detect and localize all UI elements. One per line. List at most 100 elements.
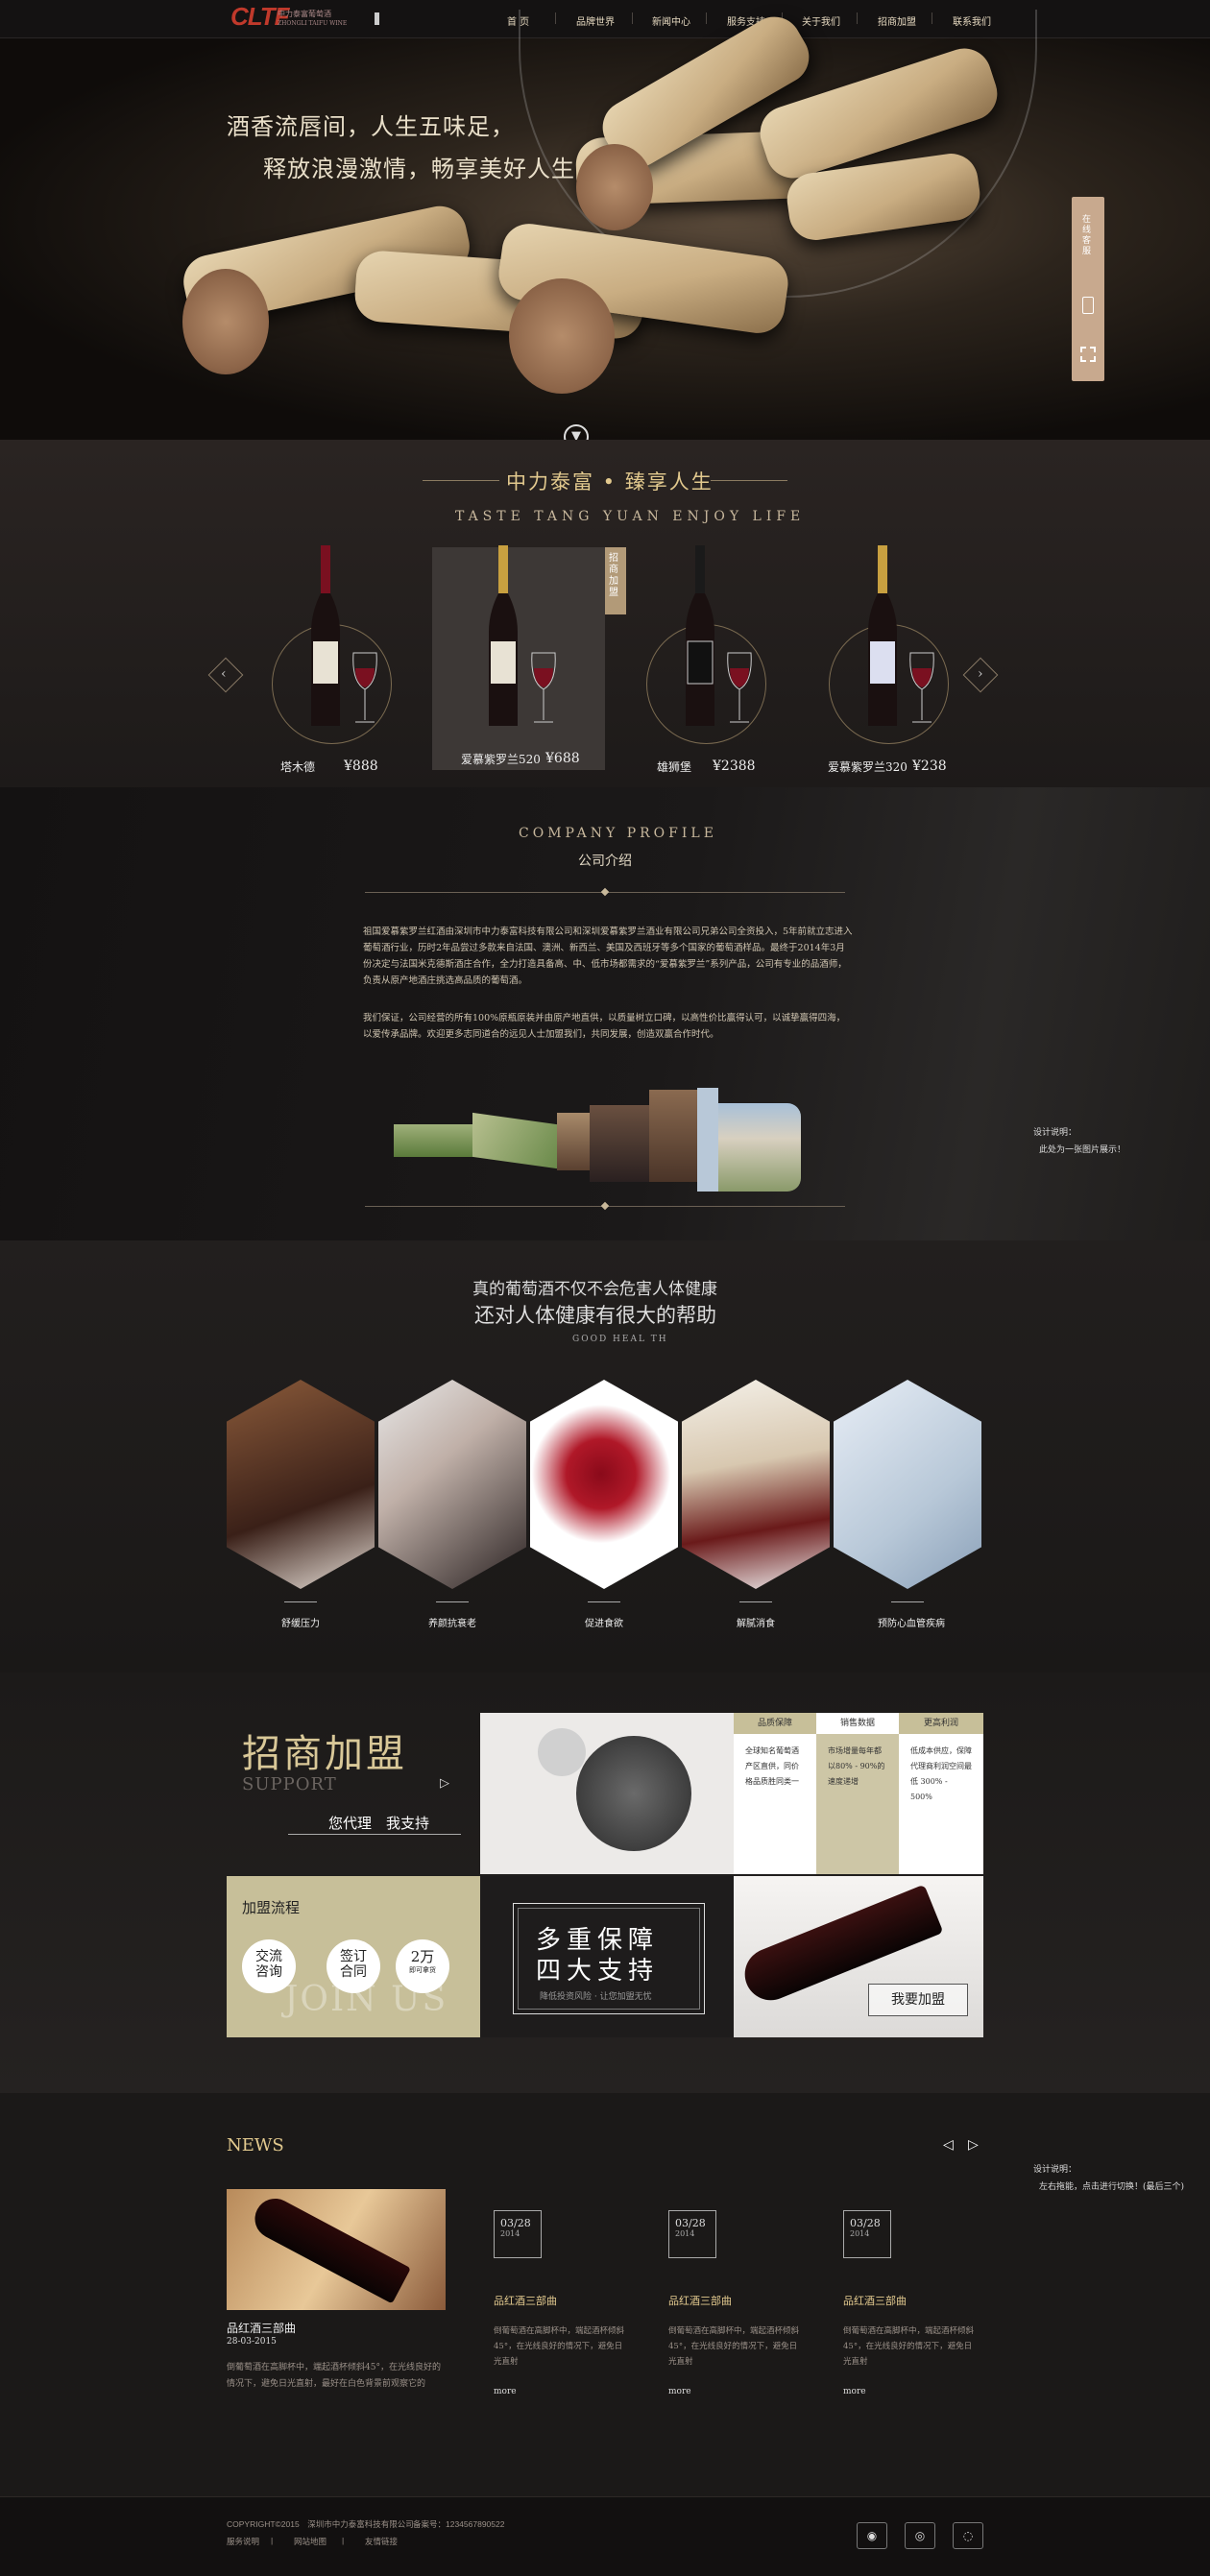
footer-divider: | [271, 2536, 274, 2545]
process-step[interactable]: 交流 咨询 [242, 1939, 296, 1993]
design-note-title: 设计说明： [1033, 1128, 1077, 1138]
footer-link-friends[interactable]: 友情链接 [365, 2536, 398, 2547]
product-card[interactable]: 爱慕紫罗兰320 ¥238 [816, 545, 980, 776]
guarantee-line-2: 四大支持 [536, 1957, 660, 1986]
qrcode-icon[interactable] [1080, 347, 1096, 362]
search-icon[interactable] [375, 12, 379, 25]
footer-link-sitemap[interactable]: 网站地图 [294, 2536, 327, 2547]
join-process-panel: 加盟流程 JOIN US 交流 咨询 签订 合同 2万 即可拿货 [227, 1876, 480, 2037]
step-line-1: 交流 [255, 1949, 282, 1964]
news-more-link[interactable]: more [494, 2387, 517, 2396]
news-item-title: 品红酒三部曲 [494, 2295, 557, 2307]
news-item-text: 倒葡萄酒在高脚杯中，端起酒杯倾斜45°，在光线良好的情况下，避免日光直射 [494, 2326, 625, 2367]
tab-quality-text: 全球知名葡萄酒产区直供，同价格品质胜同类一 [745, 1746, 799, 1786]
logo-text: 中力泰富葡萄酒 ZHONGLI TAIFU WINE [278, 10, 347, 29]
weibo-icon[interactable]: ◌ [953, 2522, 983, 2549]
product-name: 爱慕紫罗兰520 [461, 753, 541, 766]
news-note-text: 左右拖能，点击进行切换！(最后三个) [1039, 2182, 1185, 2192]
wine-glass-image [352, 652, 377, 723]
process-step[interactable]: 签订 合同 [327, 1939, 380, 1993]
bottle-photo-panel: 我要加盟 [734, 1876, 983, 2037]
news-feature-title: 品红酒三部曲 [227, 2322, 297, 2335]
news-note-title: 设计说明： [1033, 2165, 1077, 2175]
products-title: 中力泰富 • 臻享人生 [506, 470, 714, 494]
wine-bottle-image [868, 545, 897, 726]
product-card[interactable]: 雄狮堡 ¥2388 [634, 545, 787, 776]
health-subtitle: GOOD HEAL TH [572, 1335, 668, 1344]
tab-profit[interactable]: 更高利润 [899, 1713, 983, 1734]
step-line-1: 签订 [340, 1949, 367, 1964]
benefit-label: 养颜抗衰老 [428, 1619, 476, 1629]
phone-icon[interactable] [1082, 297, 1094, 314]
hex-card[interactable] [682, 1380, 830, 1589]
hex-card[interactable] [834, 1380, 981, 1589]
products-subtitle: TASTE TANG YUAN ENJOY LIFE [455, 509, 806, 524]
join-button[interactable]: 我要加盟 [868, 1984, 968, 2016]
play-icon[interactable]: ▷ [440, 1776, 449, 1791]
news-more-link[interactable]: more [668, 2387, 691, 2396]
news-more-link[interactable]: more [843, 2387, 866, 2396]
news-feature-text: 倒葡萄酒在高脚杯中，端起酒杯倾斜45°，在光线良好的情况下，避免日光直射，最好在… [227, 2363, 441, 2389]
tab-col-2: 销售数据 市场增量每年都以80% - 90%的速度递增 [816, 1713, 899, 1874]
carousel-prev-button[interactable]: ‹ [207, 657, 244, 693]
product-name: 爱慕紫罗兰320 [828, 760, 908, 774]
company-paragraph-2: 我们保证，公司经营的所有100%原瓶原装并由原产地直供，以质量树立口碑，以高性价… [363, 1013, 846, 1040]
benefit-label: 解腻消食 [737, 1619, 775, 1629]
product-card[interactable]: 塔木德 ¥888 [259, 545, 413, 776]
news-item-text: 倒葡萄酒在高脚杯中，端起酒杯倾斜45°，在光线良好的情况下，避免日光直射 [843, 2326, 975, 2367]
hex-card[interactable] [530, 1380, 678, 1589]
benefit-label: 预防心血管疾病 [878, 1619, 945, 1629]
benefit-label: 促进食欲 [585, 1619, 623, 1629]
step-line-1: 2万 [410, 1948, 435, 1965]
hex-underline [891, 1601, 924, 1602]
health-title-2: 还对人体健康有很大的帮助 [474, 1304, 716, 1327]
tab-sales[interactable]: 销售数据 [816, 1713, 899, 1734]
chevron-left-icon: ‹ [221, 666, 227, 682]
news-prev-icon[interactable]: ◁ [943, 2137, 954, 2153]
news-item[interactable]: 03/28 2014 品红酒三部曲 倒葡萄酒在高脚杯中，端起酒杯倾斜45°，在光… [668, 2210, 803, 2402]
hex-underline [284, 1601, 317, 1602]
title-rule-right [711, 480, 787, 481]
wine-bottle-image [489, 545, 518, 726]
title-rule-left [423, 480, 499, 481]
products-section: 中力泰富 • 臻享人生 TASTE TANG YUAN ENJOY LIFE ‹… [0, 440, 1210, 787]
online-service-tab[interactable]: 在线客服 [1072, 197, 1104, 381]
photo-strip [394, 1080, 807, 1192]
hex-card[interactable] [378, 1380, 526, 1589]
cork-end-image [509, 278, 615, 394]
footer-link-service[interactable]: 服务说明 [227, 2536, 259, 2547]
news-item[interactable]: 03/28 2014 品红酒三部曲 倒葡萄酒在高脚杯中，端起酒杯倾斜45°，在光… [494, 2210, 628, 2402]
footer-divider: | [342, 2536, 345, 2545]
meeting-photo-circle [538, 1728, 586, 1776]
hero-line-2: 释放浪漫激情，畅享美好人生 [263, 156, 575, 182]
footer-icp: 备案号：1234567890522 [413, 2519, 505, 2529]
vineyard-photo [394, 1124, 472, 1157]
news-item[interactable]: 03/28 2014 品红酒三部曲 倒葡萄酒在高脚杯中，端起酒杯倾斜45°，在光… [843, 2210, 978, 2402]
vineyard-photo [472, 1112, 557, 1169]
news-title: NEWS [227, 2135, 284, 2155]
hex-card[interactable] [227, 1380, 375, 1589]
wechat-icon[interactable]: ◎ [905, 2522, 935, 2549]
wine-bottle-image [686, 545, 714, 726]
news-feature-image [227, 2189, 446, 2310]
process-title: 加盟流程 [242, 1899, 301, 1916]
bottle-photo [248, 2191, 411, 2304]
product-card-active[interactable]: 招商加盟 爱慕紫罗兰520 ¥688 [432, 545, 626, 770]
news-year: 2014 [675, 2229, 695, 2238]
product-name: 塔木德 [280, 760, 316, 774]
company-title-en: COMPANY PROFILE [519, 826, 717, 841]
cork-end-image [576, 144, 653, 230]
process-step[interactable]: 2万 即可拿货 [396, 1939, 449, 1993]
tab-quality[interactable]: 品质保障 [734, 1713, 816, 1734]
news-feature-card[interactable]: 品红酒三部曲 28-03-2015 倒葡萄酒在高脚杯中，端起酒杯倾斜45°，在光… [227, 2189, 448, 2400]
product-price: ¥688 [545, 751, 580, 766]
tab-col-3: 更高利润 低成本供应，保障代理商利润空间最低 300% - 500% [899, 1713, 983, 1874]
health-section: 真的葡萄酒不仅不会危害人体健康 还对人体健康有很大的帮助 GOOD HEAL T… [0, 1240, 1210, 1673]
step-line-2: 即可拿货 [409, 1966, 436, 1974]
qq-icon[interactable]: ◉ [857, 2522, 887, 2549]
news-day: 03/28 [675, 2217, 706, 2229]
news-date-box: 03/28 2014 [668, 2210, 716, 2258]
step-line-2: 咨询 [255, 1964, 282, 1980]
news-next-icon[interactable]: ▷ [968, 2137, 979, 2153]
news-day: 03/28 [850, 2217, 881, 2229]
